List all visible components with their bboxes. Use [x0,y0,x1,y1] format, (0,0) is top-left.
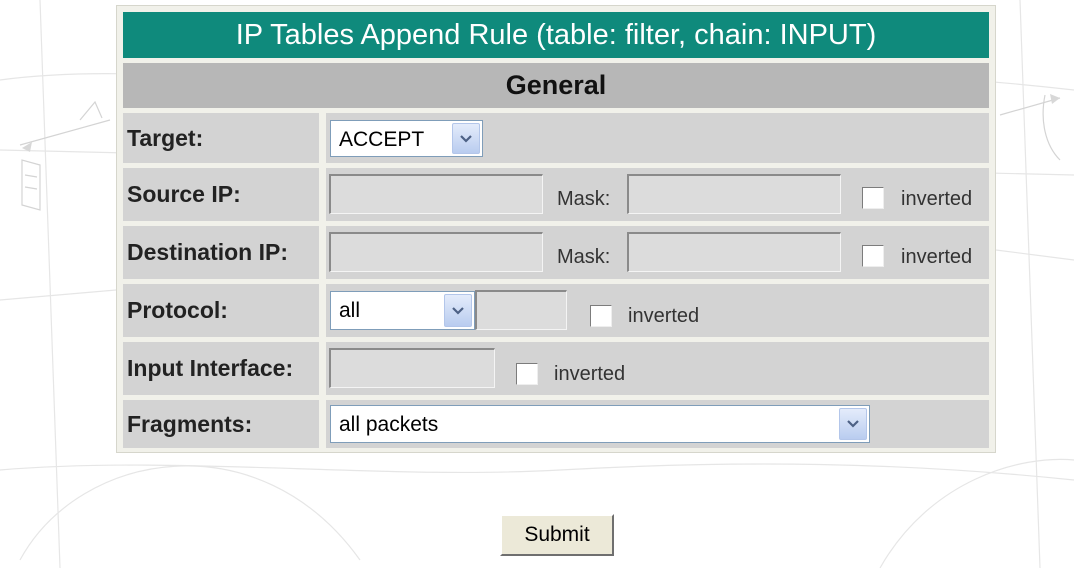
chevron-down-icon[interactable] [444,294,472,327]
input-interface-inverted-checkbox[interactable] [516,363,538,385]
destination-mask-input[interactable] [627,232,841,272]
source-mask-input[interactable] [627,174,841,214]
fragments-select-value: all packets [339,413,439,436]
chevron-down-icon[interactable] [452,123,480,154]
input-interface-cell: inverted [326,342,989,395]
destination-ip-label: Destination IP: [123,226,319,279]
input-interface-input[interactable] [329,348,495,388]
fragments-select[interactable]: all packets [330,405,870,443]
target-select[interactable]: ACCEPT [330,120,483,157]
protocol-inverted-label: inverted [628,305,700,327]
destination-inverted-checkbox[interactable] [862,245,884,267]
destination-ip-input[interactable] [329,232,543,272]
fragments-cell: all packets [326,400,989,448]
form-title: IP Tables Append Rule (table: filter, ch… [123,12,989,58]
protocol-number-input[interactable] [475,290,567,330]
target-label: Target: [123,113,319,163]
protocol-select[interactable]: all [330,291,475,330]
section-header-general: General [123,63,989,108]
fragments-label: Fragments: [123,400,319,448]
source-ip-input[interactable] [329,174,543,214]
target-select-value: ACCEPT [339,128,425,151]
protocol-cell: all inverted [326,284,989,337]
source-inverted-checkbox[interactable] [862,187,884,209]
input-interface-inverted-label: inverted [554,363,626,385]
protocol-select-value: all [339,299,361,322]
protocol-inverted-checkbox[interactable] [590,305,612,327]
source-inverted-label: inverted [901,188,973,210]
source-ip-cell: Mask: inverted [326,168,989,221]
destination-inverted-label: inverted [901,246,973,268]
input-interface-label: Input Interface: [123,342,319,395]
iptables-append-form: IP Tables Append Rule (table: filter, ch… [116,5,996,453]
chevron-down-icon[interactable] [839,408,867,440]
source-mask-label: Mask: [557,188,611,210]
target-cell: ACCEPT [326,113,989,163]
destination-ip-cell: Mask: inverted [326,226,989,279]
submit-button[interactable]: Submit [500,514,614,556]
source-ip-label: Source IP: [123,168,319,221]
protocol-label: Protocol: [123,284,319,337]
destination-mask-label: Mask: [557,246,611,268]
